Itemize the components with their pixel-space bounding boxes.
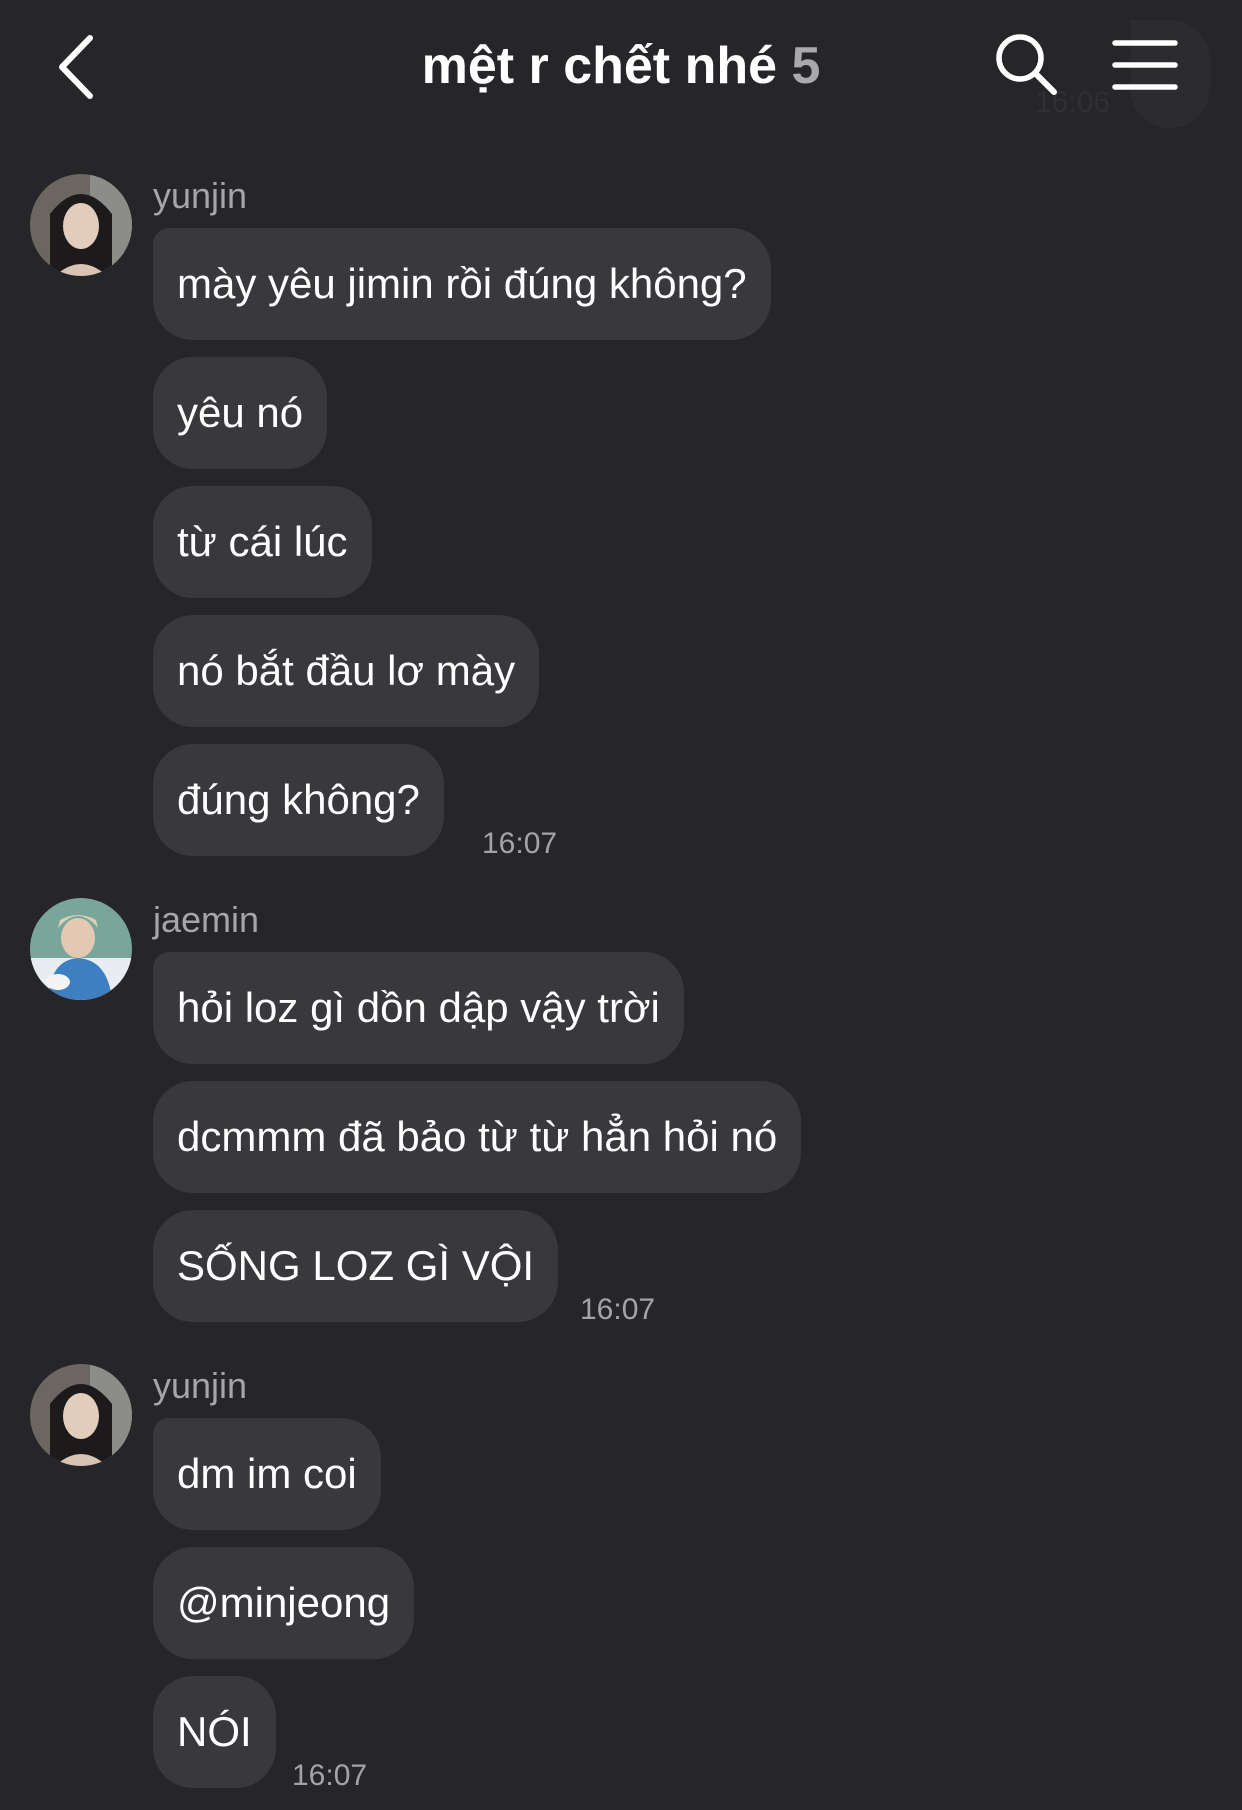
hamburger-menu-icon: [1112, 40, 1178, 90]
message-bubble: nó bắt đầu lơ mày: [153, 615, 540, 727]
avatar-photo: [30, 1364, 132, 1466]
message[interactable]: dm im coi: [153, 1418, 381, 1530]
sender-name: jaemin: [153, 899, 260, 940]
message-bubble: đúng không?: [153, 744, 444, 856]
message[interactable]: @minjeong: [153, 1547, 415, 1659]
message-bubble: SỐNG LOZ GÌ VỘI: [153, 1210, 559, 1322]
message-bubble: mày yêu jimin rồi đúng không?: [153, 228, 771, 340]
menu-button[interactable]: [1110, 35, 1180, 95]
message[interactable]: NÓI: [153, 1676, 276, 1788]
message-bubble: hỏi loz gì dồn dập vậy trời: [153, 952, 684, 1064]
message[interactable]: yêu nó: [153, 357, 328, 469]
message-timestamp: 16:07: [292, 1759, 368, 1792]
message[interactable]: dcmmm đã bảo từ từ hẳn hỏi nó: [153, 1081, 802, 1193]
search-icon: [996, 34, 1057, 95]
search-button[interactable]: [992, 30, 1062, 100]
message-bubble: từ cái lúc: [153, 486, 372, 598]
avatar[interactable]: [30, 1364, 132, 1466]
avatar[interactable]: [30, 898, 132, 1000]
message-bubble: dcmmm đã bảo từ từ hẳn hỏi nó: [153, 1081, 802, 1193]
message-timestamp: 16:07: [482, 827, 558, 860]
message[interactable]: từ cái lúc: [153, 486, 372, 598]
message[interactable]: đúng không?: [153, 744, 444, 856]
message[interactable]: nó bắt đầu lơ mày: [153, 615, 540, 727]
message[interactable]: hỏi loz gì dồn dập vậy trời: [153, 952, 684, 1064]
avatar-photo: [30, 898, 132, 1000]
message-bubble: @minjeong: [153, 1547, 415, 1659]
avatar-photo: [30, 174, 132, 276]
message-timestamp: 16:07: [580, 1293, 656, 1326]
chat-header: 16:06 mệt r chết nhé 5: [0, 0, 1242, 140]
message[interactable]: SỐNG LOZ GÌ VỘI: [153, 1210, 559, 1322]
message-bubble: yêu nó: [153, 357, 328, 469]
avatar[interactable]: [30, 174, 132, 276]
message-bubble: dm im coi: [153, 1418, 381, 1530]
sender-name: yunjin: [153, 1365, 248, 1406]
group-name: mệt r chết nhé: [421, 37, 778, 95]
message[interactable]: mày yêu jimin rồi đúng không?: [153, 228, 771, 340]
member-count: 5: [791, 37, 821, 95]
sender-name: yunjin: [153, 175, 248, 216]
message-bubble: NÓI: [153, 1676, 276, 1788]
